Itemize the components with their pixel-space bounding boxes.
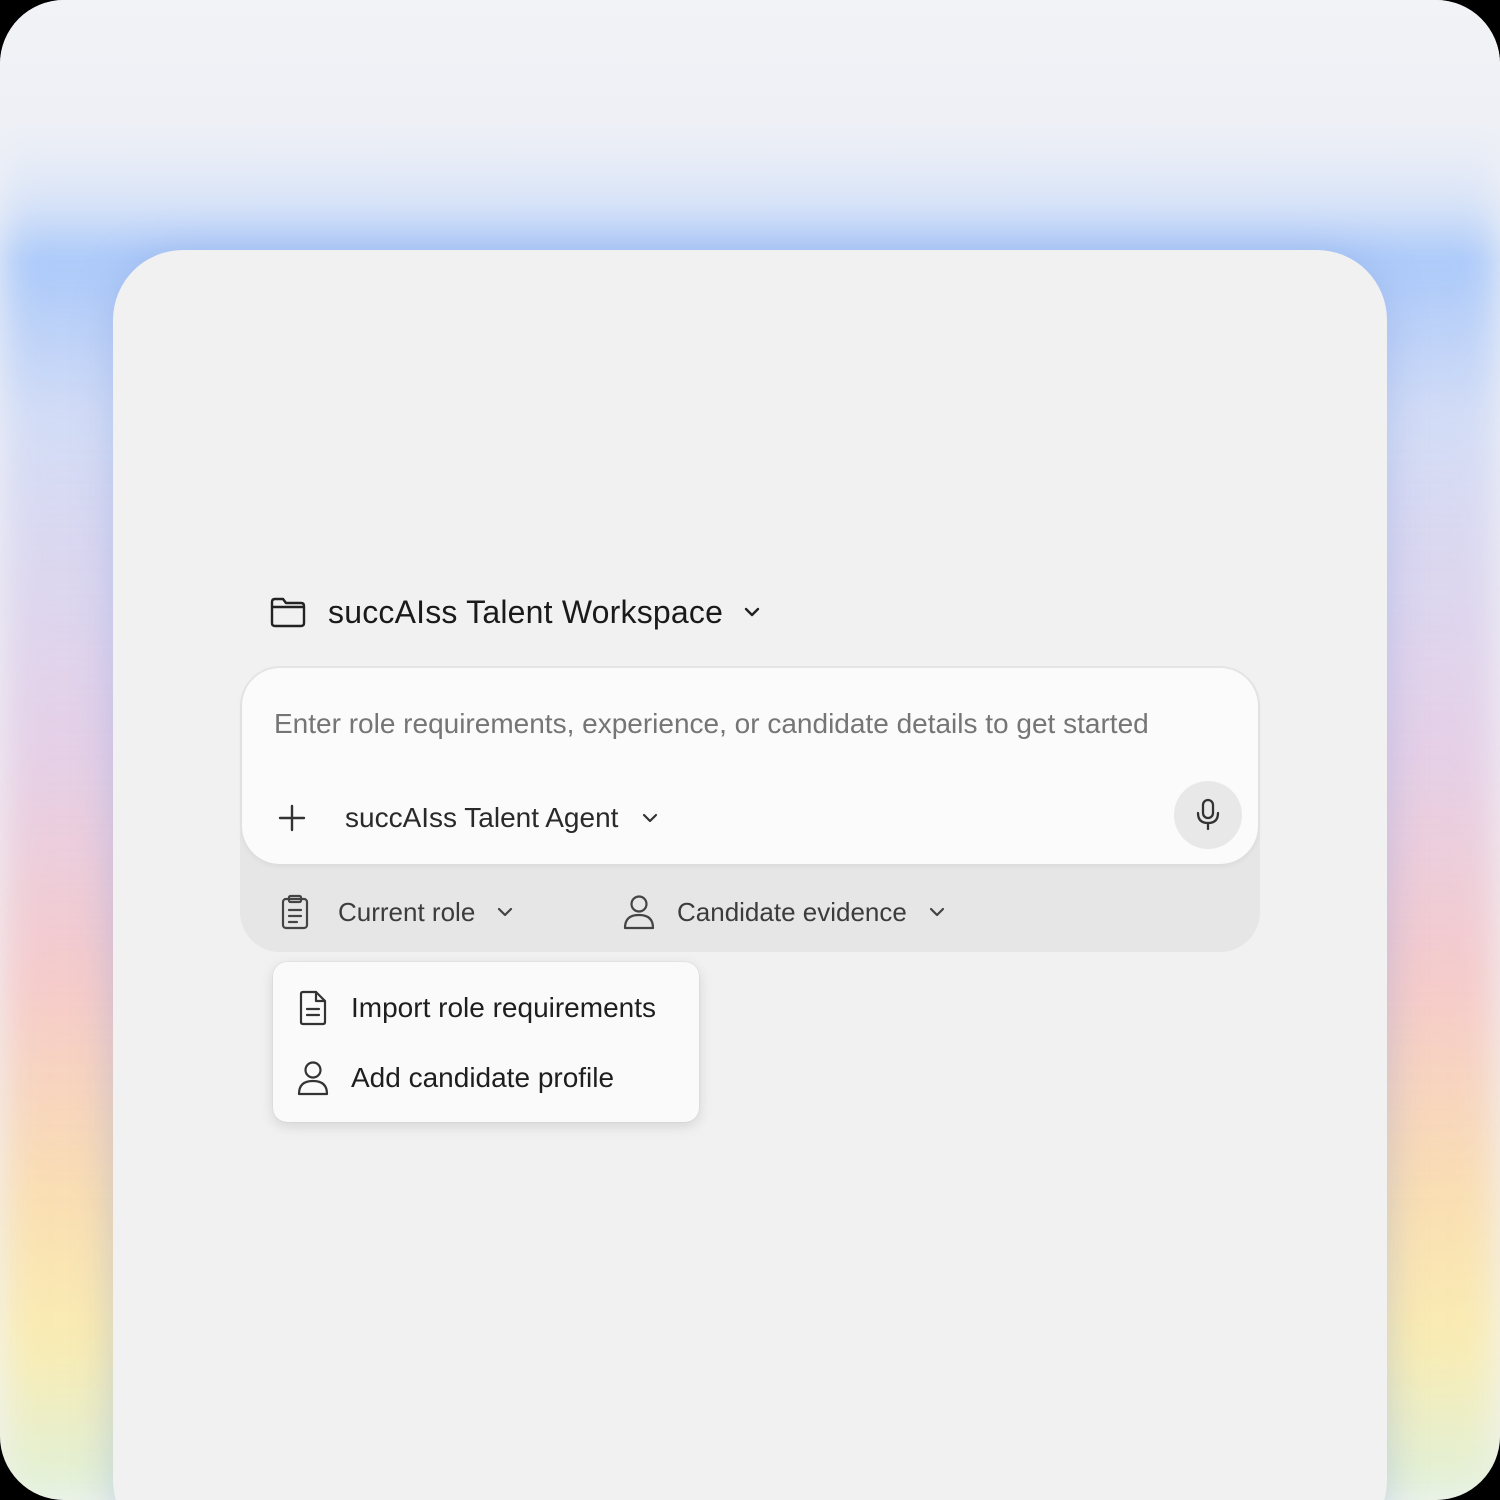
current-role-label: Current role <box>338 896 476 927</box>
candidate-evidence-selector[interactable]: Candidate evidence <box>623 890 945 934</box>
folder-icon <box>270 597 306 628</box>
menu-item-label: Add candidate profile <box>351 1062 615 1093</box>
document-icon <box>299 990 327 1026</box>
agent-selector[interactable]: succAIss Talent Agent <box>345 798 658 838</box>
screen: succAIss Talent Workspace succAIss Talen… <box>0 0 1500 1500</box>
background-top <box>0 0 1500 260</box>
chevron-down-icon <box>929 907 944 916</box>
chevron-down-icon <box>744 607 760 617</box>
workspace-title: succAIss Talent Workspace <box>328 593 724 630</box>
current-role-selector[interactable]: Current role <box>280 890 513 934</box>
prompt-input[interactable] <box>274 708 1234 740</box>
clipboard-icon <box>281 894 309 930</box>
person-icon <box>297 1061 329 1096</box>
candidate-evidence-label: Candidate evidence <box>677 896 907 927</box>
menu-item-label: Import role requirements <box>351 992 657 1023</box>
agent-label: succAIss Talent Agent <box>345 802 619 833</box>
plus-icon[interactable] <box>276 802 308 834</box>
chevron-down-icon <box>498 907 513 916</box>
context-menu: Import role requirements Add candidate p… <box>273 962 699 1122</box>
person-icon <box>623 895 655 930</box>
microphone-button[interactable] <box>1174 781 1242 849</box>
menu-item-import-role-requirements[interactable]: Import role requirements <box>297 986 656 1030</box>
menu-item-add-candidate-profile[interactable]: Add candidate profile <box>297 1056 614 1100</box>
chevron-down-icon <box>643 813 658 822</box>
workspace-selector[interactable]: succAIss Talent Workspace <box>270 590 761 634</box>
microphone-icon <box>1196 798 1220 831</box>
